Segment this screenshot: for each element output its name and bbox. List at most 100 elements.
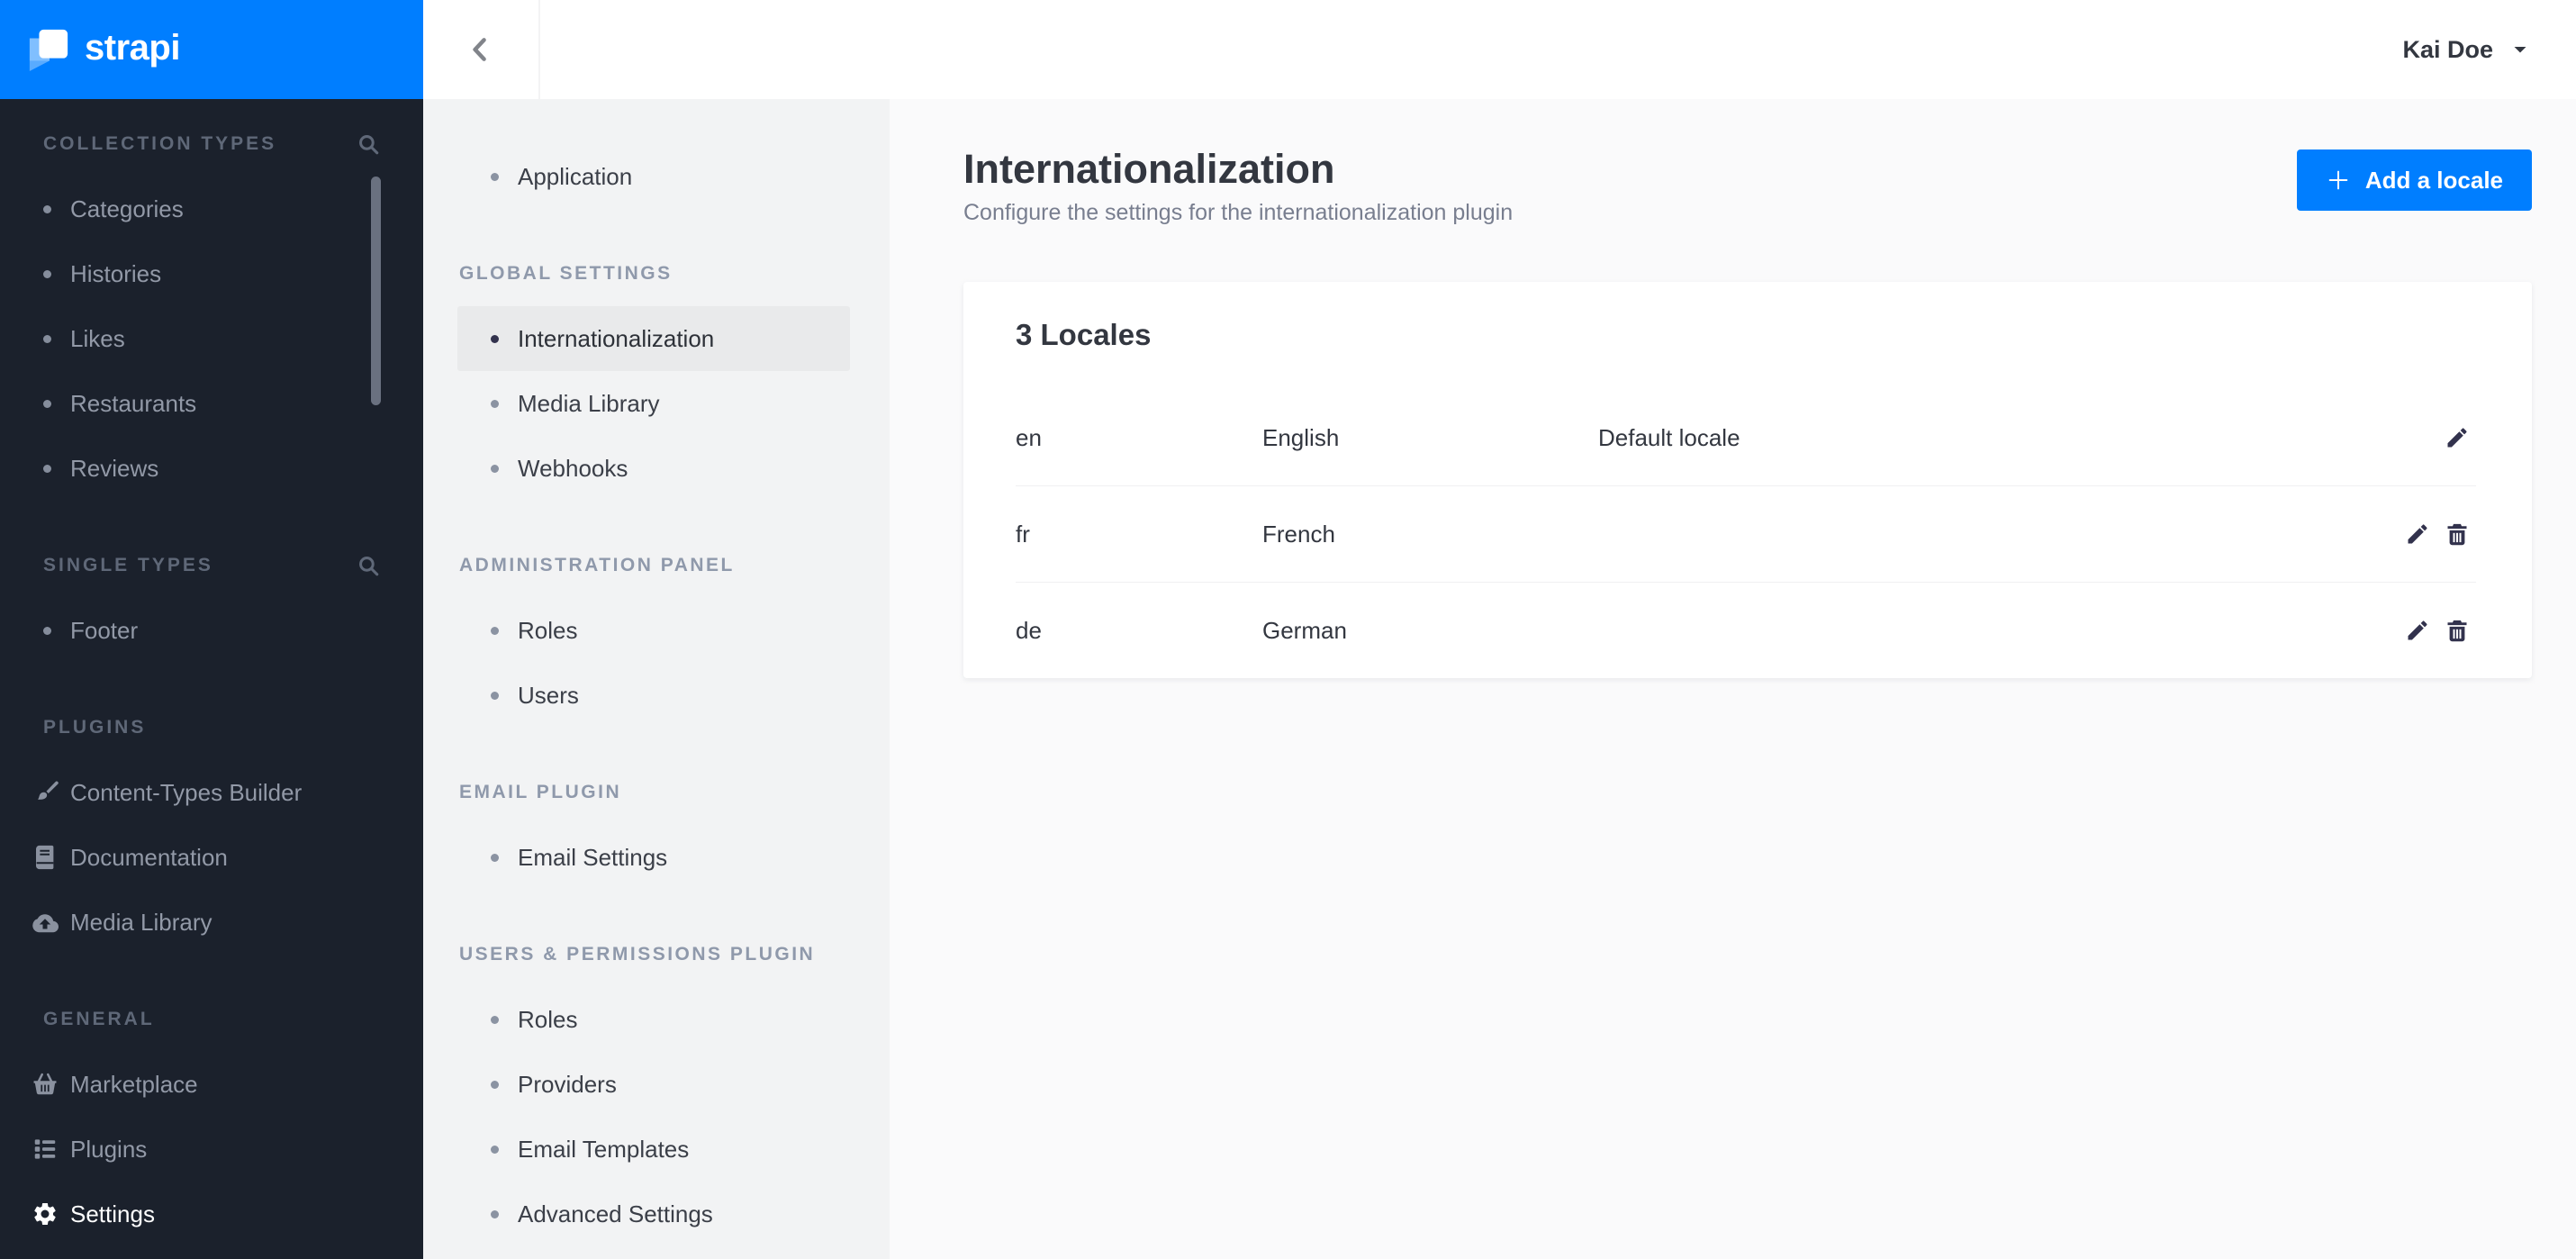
sidebar-item-plugins[interactable]: Plugins (0, 1117, 423, 1182)
settings-item-internationalization[interactable]: Internationalization (457, 306, 850, 371)
bullet-icon (491, 1015, 499, 1024)
edit-locale-button[interactable] (2404, 617, 2431, 644)
sidebar-scrollbar-thumb[interactable] (371, 177, 381, 405)
settings-item-label: Providers (518, 1070, 617, 1098)
settings-item-advanced-settings[interactable]: Advanced Settings (457, 1182, 850, 1246)
sidebar-item-label: Histories (70, 259, 162, 287)
main-content: Internationalization Configure the setti… (890, 99, 2576, 1259)
settings-item-label: Email Settings (518, 843, 668, 871)
bullet-icon (43, 334, 51, 343)
sidebar-item-label: Media Library (70, 908, 212, 936)
locale-default-badge: Default locale (1598, 423, 1740, 451)
sidebar-item-label: Restaurants (70, 389, 197, 417)
sidebar-item-label: Settings (70, 1200, 155, 1227)
bullet-icon (491, 399, 499, 408)
delete-locale-button[interactable] (2444, 521, 2471, 548)
sidebar-item-label: Footer (70, 616, 139, 644)
settings-section-header-global-settings: GLOBAL SETTINGS (423, 241, 890, 306)
sidebar-item-media-library[interactable]: Media Library (0, 890, 423, 955)
settings-sidebar: Application GLOBAL SETTINGS Internationali… (423, 99, 890, 1259)
settings-section-label: ADMINISTRATION PANEL (459, 555, 735, 575)
bullet-icon (43, 399, 51, 408)
strapi-logo[interactable]: strapi (0, 0, 423, 99)
bullet-icon (43, 269, 51, 278)
search-icon[interactable] (357, 131, 384, 158)
add-locale-button[interactable]: Add a locale (2296, 149, 2532, 211)
bullet-icon (491, 1209, 499, 1218)
sidebar-item-label: Categories (70, 195, 184, 222)
plus-icon (2326, 168, 2351, 193)
back-button[interactable] (423, 0, 540, 99)
bullet-icon (491, 464, 499, 473)
page-title: Internationalization (963, 146, 1335, 192)
locale-actions (2404, 617, 2471, 644)
settings-section-label: USERS & PERMISSIONS PLUGIN (459, 944, 816, 965)
settings-item-roles[interactable]: Roles (457, 598, 850, 663)
locale-row-fr: fr French (963, 486, 2532, 582)
cloud-upload-icon (32, 909, 59, 936)
sidebar-item-settings[interactable]: Settings (0, 1182, 423, 1246)
trash-icon (2445, 618, 2470, 643)
settings-item-application[interactable]: Application (457, 144, 850, 209)
settings-item-label: Email Templates (518, 1135, 690, 1163)
page-header: Internationalization Configure the setti… (963, 144, 1513, 229)
settings-item-media-library[interactable]: Media Library (457, 371, 850, 436)
bullet-icon (43, 204, 51, 213)
settings-item-providers[interactable]: Providers (457, 1052, 850, 1117)
sidebar-item-categories[interactable]: Categories (0, 177, 423, 241)
sidebar-item-marketplace[interactable]: Marketplace (0, 1052, 423, 1117)
settings-item-webhooks[interactable]: Webhooks (457, 436, 850, 501)
sidebar-item-content-types-builder[interactable]: Content-Types Builder (0, 760, 423, 825)
delete-locale-button[interactable] (2444, 617, 2471, 644)
search-icon[interactable] (357, 552, 384, 579)
sidebar-item-label: Plugins (70, 1135, 148, 1163)
brand-name: strapi (85, 27, 180, 68)
locale-name: English (1262, 423, 1340, 451)
section-header-label: GENERAL (43, 1009, 155, 1029)
sidebar-item-reviews[interactable]: Reviews (0, 436, 423, 501)
bullet-icon (43, 626, 51, 635)
settings-item-label: Media Library (518, 389, 660, 417)
settings-item-roles[interactable]: Roles (457, 987, 850, 1052)
sidebar-item-label: Reviews (70, 454, 159, 482)
sidebar-item-restaurants[interactable]: Restaurants (0, 371, 423, 436)
locale-code: fr (1016, 520, 1030, 548)
page-subtitle: Configure the settings for the internati… (963, 200, 1514, 225)
settings-item-label: Internationalization (518, 324, 715, 352)
gear-icon (32, 1200, 59, 1227)
section-header-label: COLLECTION TYPES (43, 133, 277, 154)
sidebar-item-label: Content-Types Builder (70, 778, 303, 806)
locales-table: en English Default locale fr French de German (963, 390, 2532, 678)
sidebar-item-label: Documentation (70, 843, 228, 871)
main-sidebar: strapi COLLECTION TYPES Categories Histori… (0, 0, 423, 1259)
add-locale-label: Add a locale (2364, 166, 2503, 194)
topbar: Kai Doe (423, 0, 2576, 99)
bullet-icon (491, 853, 499, 862)
locale-name: German (1262, 616, 1347, 644)
chevron-left-icon (473, 38, 486, 61)
settings-item-users[interactable]: Users (457, 663, 850, 728)
sidebar-item-label: Marketplace (70, 1070, 198, 1098)
settings-item-label: Roles (518, 616, 578, 644)
user-name: Kai Doe (2402, 35, 2493, 63)
locales-card: 3 Locales en English Default locale fr Frenc… (963, 282, 2532, 678)
settings-item-label: Webhooks (518, 454, 628, 482)
locale-code: en (1016, 423, 1042, 451)
edit-locale-button[interactable] (2404, 521, 2431, 548)
settings-item-email-templates[interactable]: Email Templates (457, 1117, 850, 1182)
brush-icon (32, 779, 59, 806)
main-nav: COLLECTION TYPES Categories Histories Likes… (0, 112, 423, 1246)
settings-section-label: EMAIL PLUGIN (459, 782, 622, 802)
bullet-icon (491, 691, 499, 700)
bullet-icon (491, 1145, 499, 1154)
pencil-icon (2405, 618, 2430, 643)
locale-row-de: de German (963, 583, 2532, 678)
section-header-single-types: SINGLE TYPES (0, 533, 423, 598)
sidebar-item-likes[interactable]: Likes (0, 306, 423, 371)
edit-locale-button[interactable] (2444, 424, 2471, 451)
sidebar-item-footer[interactable]: Footer (0, 598, 423, 663)
sidebar-item-histories[interactable]: Histories (0, 241, 423, 306)
settings-item-email-settings[interactable]: Email Settings (457, 825, 850, 890)
user-menu[interactable]: Kai Doe (2402, 36, 2576, 64)
sidebar-item-documentation[interactable]: Documentation (0, 825, 423, 890)
